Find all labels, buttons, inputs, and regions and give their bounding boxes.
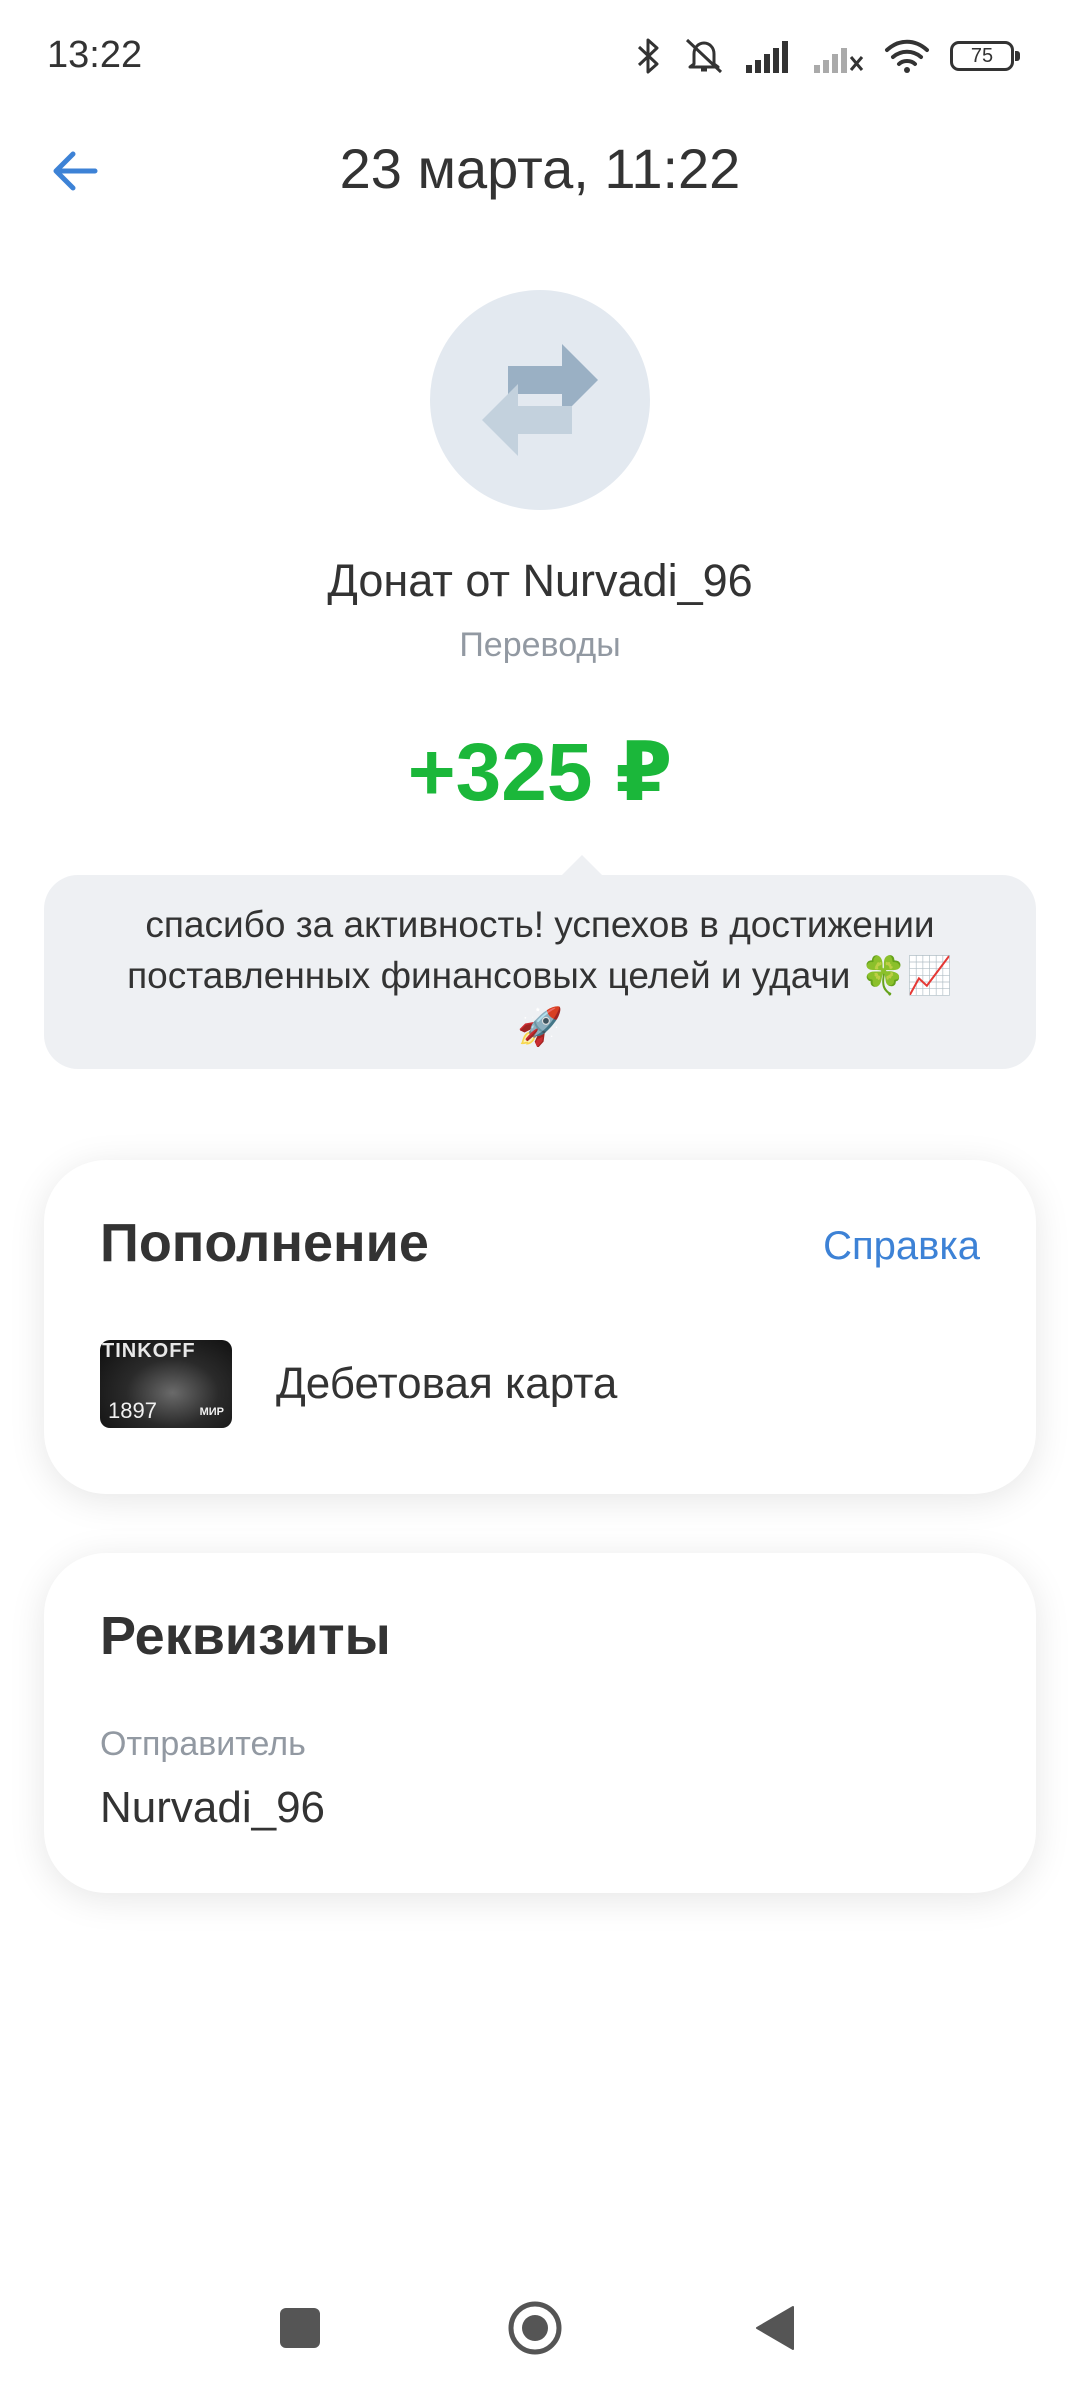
message-line: спасибо за активность! успехов в достиже… — [145, 904, 935, 945]
card-payment-system: МИР — [199, 1406, 224, 1418]
message-line: поставленных финансовых целей и удачи 🍀📈 — [127, 955, 953, 996]
operation-category: Переводы — [459, 626, 621, 664]
card-brand: TINKOFF — [102, 1340, 196, 1362]
details-card: Реквизиты Отправитель Nurvadi_96 — [44, 1553, 1036, 1893]
status-icons: 75 — [636, 34, 1020, 78]
recents-button[interactable] — [270, 2300, 330, 2360]
sender-value: Nurvadi_96 — [100, 1783, 326, 1832]
bluetooth-icon — [636, 37, 662, 75]
back-icon — [755, 2305, 795, 2356]
home-button[interactable] — [505, 2300, 565, 2360]
status-bar: 13:22 75 — [0, 0, 1080, 110]
sender-label: Отправитель — [100, 1725, 306, 1763]
recents-icon — [280, 2307, 320, 2353]
signal-off-icon — [814, 39, 864, 73]
status-time: 13:22 — [47, 34, 143, 76]
signal-icon — [746, 39, 794, 73]
details-title: Реквизиты — [100, 1606, 391, 1666]
header: 23 марта, 11:22 — [0, 120, 1080, 220]
topup-title: Пополнение — [100, 1213, 429, 1273]
account-row[interactable]: TINKOFF 1897 МИР Дебетовая карта — [100, 1340, 617, 1428]
operation-title: Донат от Nurvadi_96 — [327, 555, 753, 606]
operation-amount: +325 ₽ — [407, 727, 673, 818]
card-number: 1897 — [108, 1398, 157, 1423]
topup-card: Пополнение Справка TINKOFF 1897 МИР Дебе… — [44, 1160, 1036, 1494]
card-thumbnail: TINKOFF 1897 МИР — [100, 1340, 232, 1428]
wifi-icon — [884, 38, 930, 74]
navigation-bar — [0, 2290, 1080, 2370]
mute-icon — [682, 36, 726, 76]
help-link[interactable]: Справка — [823, 1224, 980, 1269]
battery-icon: 75 — [950, 41, 1020, 71]
page-title: 23 марта, 11:22 — [339, 137, 741, 200]
message-bubble: спасибо за активность! успехов в достиже… — [44, 855, 1036, 1069]
operation-icon — [430, 290, 650, 510]
back-nav-button[interactable] — [745, 2300, 805, 2360]
transfer-icon — [470, 328, 610, 473]
message-line: 🚀 — [516, 1006, 564, 1047]
account-name: Дебетовая карта — [276, 1359, 618, 1408]
home-icon — [507, 2300, 563, 2361]
